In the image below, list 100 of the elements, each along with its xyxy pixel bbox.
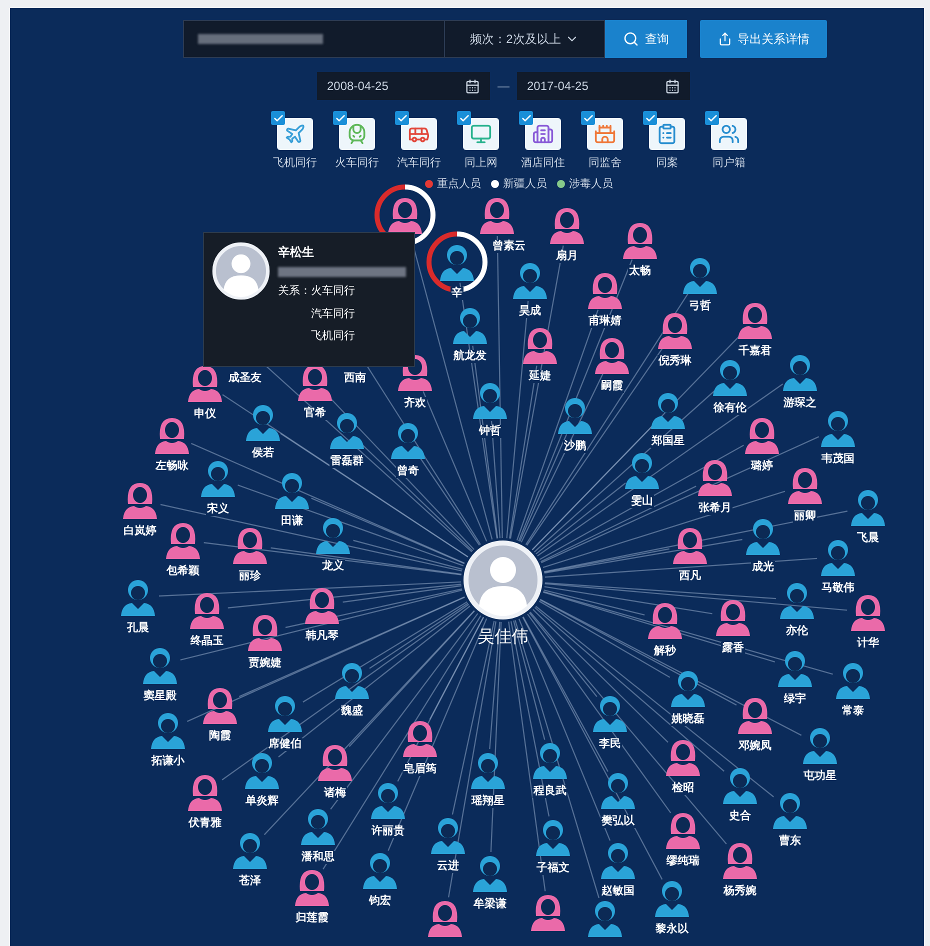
filter-label: 同户籍 <box>712 156 746 171</box>
person-name: 杨秀婉 <box>722 885 758 898</box>
person-name: 成光 <box>751 561 775 574</box>
person-name: 包希颖 <box>166 565 200 578</box>
person-name: 皂眉筠 <box>402 763 438 776</box>
person-name: 西南 <box>343 372 367 385</box>
filter-label: 同案 <box>656 156 678 171</box>
person-name: 曾素云 <box>492 240 526 253</box>
relation-text: 火车同行 <box>311 284 355 299</box>
person-name: 席健伯 <box>268 738 302 751</box>
person-name: 计华 <box>856 637 880 650</box>
person-name: 璐婷 <box>750 460 774 473</box>
person-name: 解秒 <box>653 645 677 658</box>
person-name: 钧宏 <box>368 895 392 908</box>
person-name: 曾奇 <box>396 465 420 478</box>
person-name: 左畅咏 <box>154 460 190 473</box>
person-name: 魏盛 <box>340 705 364 718</box>
filter-label: 酒店同住 <box>521 156 565 171</box>
person-name: 宋义 <box>206 503 230 516</box>
person-name: 史合 <box>728 810 752 823</box>
person-name: 露香 <box>721 642 745 655</box>
person-name: 单炎辉 <box>244 795 280 808</box>
person-name: 樊弘以 <box>600 815 636 828</box>
person-name: 子福文 <box>536 862 570 875</box>
person-name: 侯若 <box>251 447 275 460</box>
person-name: 齐欢 <box>403 397 427 410</box>
person-name: 诸梅 <box>323 787 347 800</box>
end-date-field[interactable]: 2017-04-25 <box>517 72 690 100</box>
search-button[interactable]: 查询 <box>605 20 687 58</box>
person-name: 延婕 <box>528 370 552 383</box>
person-name: 瑶翔星 <box>470 795 506 808</box>
person-name: 沙鹏 <box>563 440 587 453</box>
relation-label: 关系： <box>278 284 311 299</box>
person-name: 徐有伦 <box>712 402 748 415</box>
person-name: 丽珍 <box>238 570 262 583</box>
start-date-field[interactable]: 2008-04-25 <box>317 72 490 100</box>
person-name: 游琛之 <box>782 397 818 410</box>
person-name: 雷磊群 <box>330 455 364 468</box>
tooltip-name: 辛松生 <box>278 244 315 261</box>
person-name: 辛 <box>450 287 464 300</box>
filter-label: 同上网 <box>464 156 498 171</box>
person-name: 伏青雅 <box>188 817 222 830</box>
person-name: 白岚婷 <box>122 525 158 538</box>
person-name: 潘和思 <box>300 851 336 864</box>
person-name: 李民 <box>598 738 622 751</box>
person-name: 云进 <box>436 860 460 873</box>
person-name: 雯山 <box>630 495 654 508</box>
person-name: 韦茂国 <box>820 453 856 466</box>
person-name: 申仪 <box>193 408 217 421</box>
person-name: 常泰 <box>841 705 865 718</box>
person-name: 贾婉婕 <box>248 657 282 670</box>
person-name: 郑国星 <box>650 435 686 448</box>
person-name: 嗣霞 <box>600 380 624 393</box>
export-button[interactable]: 导出关系详情 <box>700 20 827 58</box>
relation-text: 汽车同行 <box>311 306 355 322</box>
person-name: 窦星殿 <box>142 690 178 703</box>
person-name: 张希月 <box>698 502 732 515</box>
person-name: 甫琳婧 <box>588 315 622 328</box>
filter-label: 汽车同行 <box>397 156 441 171</box>
filter-label: 火车同行 <box>335 156 379 171</box>
date-separator: — <box>496 78 510 95</box>
legend-label: 涉毒人员 <box>569 176 613 192</box>
person-name: 西凡 <box>678 570 702 583</box>
person-name: 成圣友 <box>228 372 262 385</box>
person-name: 钟哲 <box>478 425 502 438</box>
person-name: 检昭 <box>671 782 695 795</box>
person-name: 太畅 <box>628 265 652 278</box>
person-name: 屯功星 <box>802 770 838 783</box>
person-name: 黎永以 <box>654 923 690 936</box>
person-name: 程良武 <box>532 785 568 798</box>
frequency-dropdown[interactable]: 频次：2次及以上 <box>445 20 605 58</box>
legend-label: 新疆人员 <box>503 176 547 192</box>
person-name: 曹东 <box>778 835 802 848</box>
person-name: 马敬伟 <box>820 582 856 595</box>
relation-text: 飞机同行 <box>311 329 355 344</box>
person-name: 苍泽 <box>238 875 262 888</box>
person-name: 陶霞 <box>208 730 232 743</box>
person-name: 孔晨 <box>126 622 150 635</box>
person-name: 赵敏国 <box>600 885 636 898</box>
person-name: 牟梁谦 <box>472 898 508 911</box>
person-name: 缪纯瑞 <box>666 855 700 868</box>
person-name: 邓婉凤 <box>738 740 772 753</box>
person-name: 归莲霞 <box>294 912 330 925</box>
center-person-name: 吴佳伟 <box>478 628 528 645</box>
person-name: 拓谦小 <box>150 755 186 768</box>
person-name: 飞晨 <box>856 532 880 545</box>
person-name: 千嘉君 <box>738 345 772 358</box>
person-name: 龙义 <box>321 560 345 573</box>
person-name: 终晶玉 <box>190 635 224 648</box>
legend-label: 重点人员 <box>437 176 481 192</box>
filter-label: 飞机同行 <box>273 156 317 171</box>
person-name: 许丽贵 <box>370 825 406 838</box>
person-name: 昊成 <box>518 305 542 318</box>
person-name: 官希 <box>303 407 327 420</box>
person-name: 田谦 <box>280 515 304 528</box>
person-name: 丽卿 <box>793 510 817 523</box>
person-name: 倪秀琳 <box>658 355 692 368</box>
person-name: 韩凡琴 <box>304 630 340 643</box>
person-name: 扇月 <box>555 250 579 263</box>
person-name: 绿宇 <box>783 693 807 706</box>
